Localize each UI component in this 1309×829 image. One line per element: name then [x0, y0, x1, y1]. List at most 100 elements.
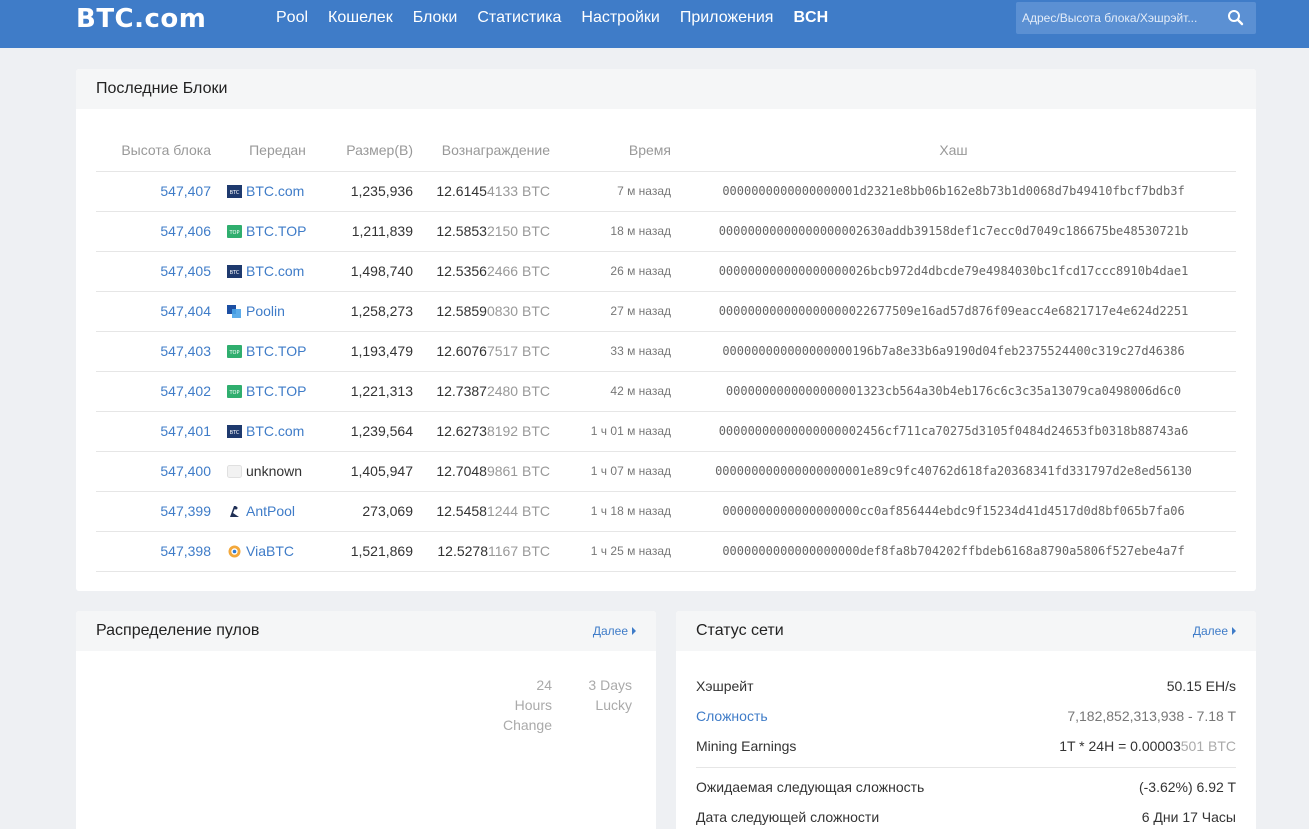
block-height-link[interactable]: 547,402	[160, 383, 211, 399]
stat-next-difficulty: Ожидаемая следующая сложность (-3.62%) 6…	[696, 779, 1236, 799]
stat-mining-earnings: Mining Earnings 1T * 24H = 0.00003501 BT…	[696, 738, 1236, 758]
svg-text:TOP: TOP	[228, 230, 239, 236]
btctop-icon: TOP	[227, 345, 242, 358]
relayed-by-cell: unknown	[211, 450, 328, 491]
relayed-by-cell: TOP BTC.TOP	[211, 370, 328, 411]
svg-text:BTC: BTC	[230, 430, 240, 436]
panel-header: Статус сети Далее	[676, 611, 1256, 651]
block-hash[interactable]: 0000000000000000001323cb564a30b4eb176c6c…	[671, 370, 1236, 411]
block-hash[interactable]: 000000000000000000022677509e16ad57d876f0…	[671, 290, 1236, 331]
top-navbar: BTC.com Pool Кошелек Блоки Статистика На…	[0, 0, 1309, 48]
block-hash[interactable]: 00000000000000000002456cf711ca70275d3105…	[671, 410, 1236, 451]
antpool-icon	[227, 505, 242, 518]
nav-bch[interactable]: BCH	[793, 8, 828, 28]
block-height-link[interactable]: 547,403	[160, 343, 211, 359]
block-height-link[interactable]: 547,400	[160, 463, 211, 479]
block-height-cell: 547,405	[96, 250, 211, 291]
block-height-link[interactable]: 547,406	[160, 223, 211, 239]
block-reward: 12.54581244 BTC	[413, 490, 550, 531]
relayed-by-cell: ViaBTC	[211, 530, 328, 572]
block-height-link[interactable]: 547,407	[160, 183, 211, 199]
unknown-icon	[227, 465, 242, 478]
block-height-link[interactable]: 547,404	[160, 303, 211, 319]
table-row: 547,403 TOP BTC.TOP 1,193,479 12.60767517 BT…	[96, 330, 1236, 371]
relayed-by-cell: BTC BTC.com	[211, 250, 328, 291]
block-height-cell: 547,400	[96, 450, 211, 491]
nav-pool[interactable]: Pool	[276, 8, 308, 28]
reward-rest: 1167 BTC	[488, 543, 550, 559]
block-height-link[interactable]: 547,405	[160, 263, 211, 279]
divider	[696, 767, 1236, 768]
pool-link[interactable]: BTC.TOP	[246, 383, 306, 399]
pool-link[interactable]: BTC.TOP	[246, 223, 306, 239]
block-height-link[interactable]: 547,398	[160, 543, 211, 559]
nav-statistics[interactable]: Статистика	[477, 8, 561, 28]
block-size: 1,193,479	[328, 330, 413, 371]
pool-link[interactable]: BTC.TOP	[246, 343, 306, 359]
network-status-panel: Статус сети Далее Хэшрейт 50.15 EH/s Сло…	[676, 611, 1256, 829]
block-time: 27 м назад	[550, 290, 671, 331]
panel-header: Последние Блоки	[76, 69, 1256, 109]
search-icon[interactable]	[1226, 8, 1246, 28]
svg-text:BTC: BTC	[230, 270, 240, 276]
col-hash: Хаш	[939, 141, 968, 158]
site-logo[interactable]: BTC.com	[76, 4, 206, 34]
btccom-icon: BTC	[227, 425, 242, 438]
block-size: 1,521,869	[328, 530, 413, 572]
col-3days-label: 3 Days	[588, 677, 632, 693]
block-time: 33 м назад	[550, 330, 671, 371]
block-size: 1,221,313	[328, 370, 413, 411]
block-size: 273,069	[328, 490, 413, 531]
next-difficulty-date-value: 6 Дни 17 Часы	[1141, 809, 1236, 825]
reward-main: 12.5278	[437, 543, 488, 559]
difficulty-link[interactable]: Сложность	[696, 708, 768, 724]
block-time: 1 ч 18 м назад	[550, 490, 671, 531]
pool-distribution-more-link[interactable]: Далее	[593, 624, 636, 638]
block-height-link[interactable]: 547,401	[160, 423, 211, 439]
block-height-link[interactable]: 547,399	[160, 503, 211, 519]
pool-link[interactable]: BTC.com	[246, 263, 304, 279]
table-row: 547,398 ViaBTC 1,521,869 12.52781167 BTC 1 ч…	[96, 530, 1236, 572]
reward-rest: 2466 BTC	[486, 263, 550, 279]
col-24h-label: 24 Hours	[514, 677, 552, 713]
nav-wallet[interactable]: Кошелек	[328, 8, 393, 28]
block-time: 1 ч 25 м назад	[550, 530, 671, 572]
pool-link[interactable]: AntPool	[246, 503, 295, 519]
relayed-by-cell: TOP BTC.TOP	[211, 210, 328, 251]
reward-main: 12.5458	[436, 503, 487, 519]
block-hash[interactable]: 000000000000000000001e89c9fc40762d618fa2…	[671, 450, 1236, 491]
pool-link[interactable]: Poolin	[246, 303, 285, 319]
block-reward: 12.60767517 BTC	[413, 330, 550, 371]
reward-main: 12.6145	[436, 183, 487, 199]
block-reward: 12.61454133 BTC	[413, 170, 550, 211]
block-reward: 12.58532150 BTC	[413, 210, 550, 251]
network-status-more-link[interactable]: Далее	[1193, 624, 1236, 638]
block-hash[interactable]: 000000000000000000196b7a8e33b6a9190d04fe…	[671, 330, 1236, 371]
col-reward: Вознаграждение	[441, 141, 550, 158]
col-24h-change[interactable]: 24 Hours Change	[496, 675, 552, 735]
stat-next-difficulty-date: Дата следующей сложности 6 Дни 17 Часы	[696, 809, 1236, 829]
col-3days-lucky[interactable]: 3 Days Lucky	[576, 675, 632, 715]
nav-apps[interactable]: Приложения	[680, 8, 774, 28]
block-hash[interactable]: 00000000000000000002630addb39158def1c7ec…	[671, 210, 1236, 251]
block-height-cell: 547,399	[96, 490, 211, 531]
block-size: 1,235,936	[328, 170, 413, 211]
block-hash[interactable]: 0000000000000000001d2321e8bb06b162e8b73b…	[671, 170, 1236, 211]
nav-blocks[interactable]: Блоки	[413, 8, 458, 28]
nav-settings[interactable]: Настройки	[581, 8, 659, 28]
block-hash[interactable]: 000000000000000000026bcb972d4dbcde79e498…	[671, 250, 1236, 291]
btctop-icon: TOP	[227, 385, 242, 398]
next-difficulty-value: (-3.62%) 6.92 T	[1138, 779, 1236, 795]
block-hash[interactable]: 0000000000000000000cc0af856444ebdc9f1523…	[671, 490, 1236, 531]
block-size: 1,498,740	[328, 250, 413, 291]
block-hash[interactable]: 0000000000000000000def8fa8b704202ffbdeb6…	[671, 530, 1236, 572]
block-reward: 12.70489861 BTC	[413, 450, 550, 491]
pool-link[interactable]: BTC.com	[246, 183, 304, 199]
pool-link[interactable]: ViaBTC	[246, 543, 294, 559]
block-time: 42 м назад	[550, 370, 671, 411]
pool-link[interactable]: BTC.com	[246, 423, 304, 439]
block-height-cell: 547,404	[96, 290, 211, 331]
difficulty-value: 7,182,852,313,938 - 7.18 T	[1067, 708, 1236, 724]
col-size: Размер(B)	[346, 141, 413, 158]
search-input[interactable]	[1016, 2, 1216, 34]
